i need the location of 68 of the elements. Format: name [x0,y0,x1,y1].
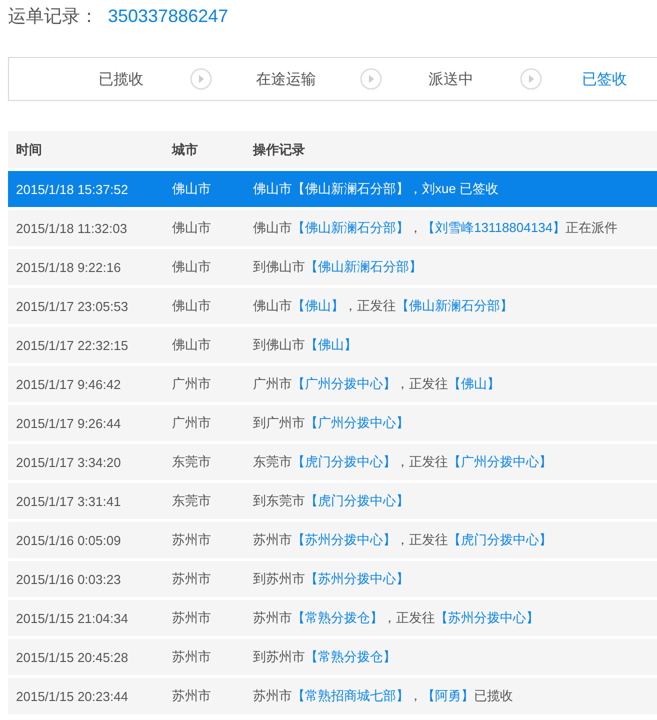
tracking-row[interactable]: 2015/1/18 11:32:03 佛山市 佛山市【佛山新澜石分部】，【刘雪峰13118804134】正在派件 [8,210,657,246]
city-cell-text: 东莞市 [172,453,212,471]
record-cell-text: 到佛山市【佛山】 [253,336,358,354]
time-cell-text: 2015/1/18 9:22:16 [16,260,122,274]
column-header: 时间 [16,140,43,158]
time-cell-text: 2015/1/17 9:26:44 [16,416,122,430]
city-cell-text: 佛山市 [172,297,212,315]
city-cell-text: 佛山市 [172,180,212,198]
tracking-row[interactable]: 2015/1/18 9:22:16 佛山市 到佛山市【佛山新澜石分部】 [8,249,657,285]
city-cell-text: 苏州市 [172,531,212,549]
waybill-label: 运单记录： [8,5,98,28]
progress-step: 已揽收 [98,70,144,88]
record-cell-text: 苏州市【常熟分拨仓】，正发往【苏州分拨中心】 [253,609,540,627]
record-cell-text: 到苏州市【常熟分拨仓】 [253,648,397,666]
record-cell-text: 佛山市【佛山新澜石分部】，刘xue 已签收 [253,180,500,198]
time-cell-text: 2015/1/17 3:31:41 [16,494,122,508]
city-cell-text: 广州市 [172,375,212,393]
tracking-row[interactable]: 2015/1/17 22:32:15 佛山市 到佛山市【佛山】 [8,327,657,363]
column-header: 城市 [172,140,199,158]
time-cell-text: 2015/1/15 20:45:28 [16,650,130,664]
city-cell-text: 佛山市 [172,219,212,237]
tracking-row[interactable]: 2015/1/17 9:26:44 广州市 到广州市【广州分拨中心】 [8,405,657,441]
record-cell-text: 广州市【广州分拨中心】，正发往【佛山】 [253,375,501,393]
tracking-row[interactable]: 2015/1/18 15:37:52 佛山市 佛山市【佛山新澜石分部】，刘xue 已签收 [8,171,657,207]
progress-step: 已签收 [582,70,627,88]
tracking-row[interactable]: 2015/1/17 9:46:42 广州市 广州市【广州分拨中心】，正发往【佛山】 [8,366,657,402]
play-circle-icon [190,68,212,90]
record-cell-text: 东莞市【虎门分拨中心】，正发往【广州分拨中心】 [253,453,553,471]
city-cell-text: 佛山市 [172,258,212,276]
time-cell-text: 2015/1/16 0:05:09 [16,532,122,548]
column-header: 操作记录 [253,140,306,158]
time-cell-text: 2015/1/18 15:37:52 [16,182,130,196]
city-cell-text: 苏州市 [172,609,212,627]
tracking-number: 350337886247 [108,6,228,27]
time-cell-text: 2015/1/15 21:04:34 [16,610,130,626]
time-cell-text: 2015/1/17 3:34:20 [16,454,122,470]
tracking-row[interactable]: 2015/1/15 20:23:44 苏州市 苏州市【常熟招商城七部】，【阿勇】已揽收 [8,678,657,714]
tracking-row[interactable]: 2015/1/16 0:05:09 苏州市 苏州市【苏州分拨中心】，正发往【虎门分拨中心】 [8,522,657,558]
time-cell-text: 2015/1/15 20:23:44 [16,688,130,704]
tracking-row[interactable]: 2015/1/16 0:03:23 苏州市 到苏州市【苏州分拨中心】 [8,561,657,597]
time-cell-text: 2015/1/17 9:46:42 [16,376,122,392]
record-cell-text: 到苏州市【苏州分拨中心】 [253,570,410,588]
record-cell-text: 到广州市【广州分拨中心】 [253,414,410,432]
tracking-row[interactable]: 2015/1/17 23:05:53 佛山市 佛山市【佛山】，正发往【佛山新澜石分部】 [8,288,657,324]
tracking-row[interactable]: 2015/1/15 21:04:34 苏州市 苏州市【常熟分拨仓】，正发往【苏州分拨中心】 [8,600,657,636]
city-cell-text: 苏州市 [172,687,212,705]
record-cell-text: 到佛山市【佛山新澜石分部】 [253,258,423,276]
record-cell-text: 苏州市【苏州分拨中心】，正发往【虎门分拨中心】 [253,531,553,549]
time-cell-text: 2015/1/17 22:32:15 [16,338,130,352]
time-cell-text: 2015/1/16 0:03:23 [16,572,122,586]
tracking-row[interactable]: 2015/1/17 3:34:20 东莞市 东莞市【虎门分拨中心】，正发往【广州分拨中心】 [8,444,657,480]
tracking-row[interactable]: 2015/1/17 3:31:41 东莞市 到东莞市【虎门分拨中心】 [8,483,657,519]
record-cell-text: 佛山市【佛山】，正发往【佛山新澜石分部】 [253,297,514,315]
progress-step: 在途运输 [256,70,316,88]
play-circle-icon [520,68,542,90]
city-cell-text: 广州市 [172,414,212,432]
record-cell-text: 苏州市【常熟招商城七部】，【阿勇】已揽收 [253,687,514,705]
play-circle-icon [360,68,382,90]
progress-step: 派送中 [428,70,474,88]
city-cell-text: 苏州市 [172,570,212,588]
record-cell-text: 到东莞市【虎门分拨中心】 [253,492,410,510]
city-cell-text: 东莞市 [172,492,212,510]
city-cell-text: 苏州市 [172,648,212,666]
tracking-row[interactable]: 2015/1/15 20:45:28 苏州市 到苏州市【常熟分拨仓】 [8,639,657,675]
record-cell-text: 佛山市【佛山新澜石分部】，【刘雪峰13118804134】正在派件 [253,219,619,237]
time-cell-text: 2015/1/17 23:05:53 [16,298,130,314]
city-cell-text: 佛山市 [172,336,212,354]
time-cell-text: 2015/1/18 11:32:03 [16,220,128,236]
